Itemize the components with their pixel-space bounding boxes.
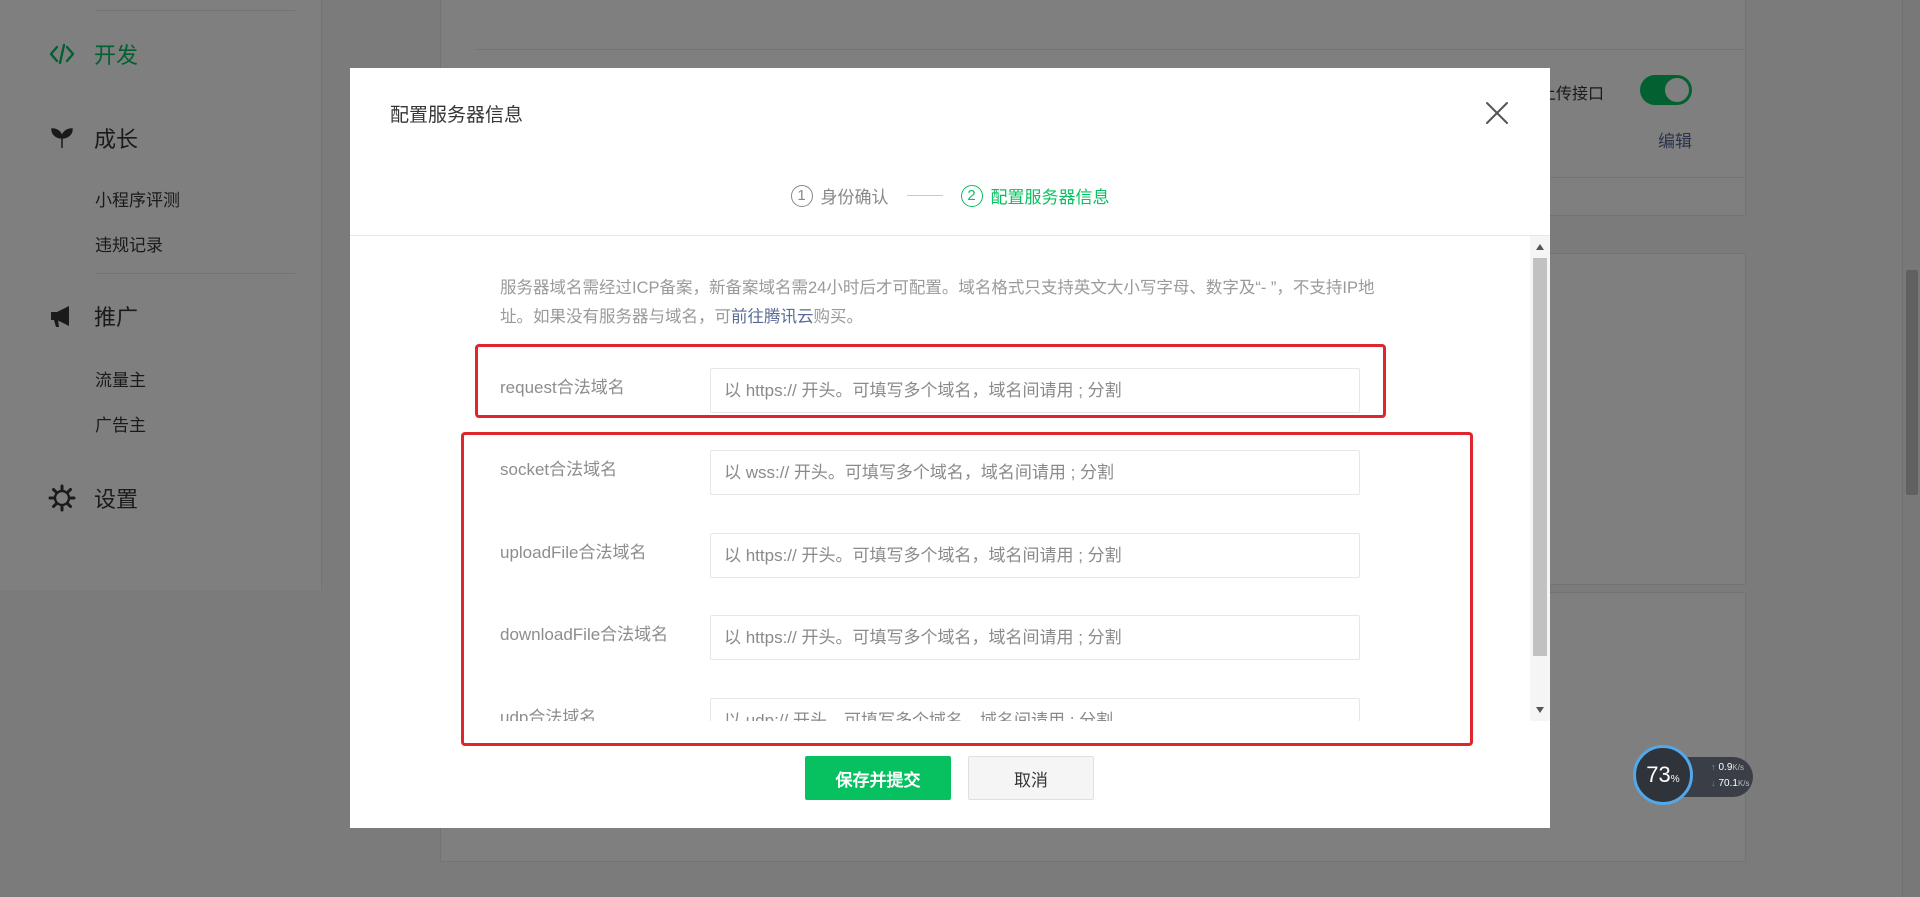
field-label: request合法域名: [500, 378, 625, 397]
save-submit-button[interactable]: 保存并提交: [805, 756, 951, 800]
intro-suffix: 购买。: [813, 308, 864, 326]
step-identity: 1 身份确认: [790, 183, 889, 208]
usage-gauge: 73%: [1633, 745, 1693, 805]
dialog-title: 配置服务器信息: [390, 105, 524, 126]
network-speed-widget[interactable]: 73% ↑ 0.9K/s ↓ 70.1K/s: [1633, 745, 1753, 807]
download-arrow-icon: ↓: [1711, 778, 1716, 788]
scroll-down-icon[interactable]: [1536, 707, 1544, 713]
upload-speed: ↑ 0.9K/s: [1711, 762, 1744, 773]
step-connector: [906, 195, 943, 196]
upload-arrow-icon: ↑: [1711, 762, 1716, 772]
tencent-cloud-link[interactable]: 前往腾讯云: [731, 308, 814, 326]
dialog-body: 服务器域名需经过ICP备案，新备案域名需24小时后才可配置。域名格式只支持英文大…: [350, 236, 1530, 721]
step-number: 2: [960, 184, 983, 207]
step-server-config: 2 配置服务器信息: [960, 183, 1110, 208]
close-icon[interactable]: [1482, 98, 1512, 128]
scrollbar-thumb[interactable]: [1533, 258, 1547, 656]
step-label: 身份确认: [820, 188, 889, 207]
upload-speed-value: 0.9: [1718, 762, 1733, 773]
download-file-domain-input[interactable]: [710, 615, 1360, 660]
field-label: udp合法域名: [500, 708, 597, 721]
server-config-dialog: 配置服务器信息 1 身份确认 2 配置服务器信息 服务器域名需经过ICP备案，新…: [350, 68, 1550, 828]
download-speed-value: 70.1: [1718, 778, 1738, 789]
upload-file-domain-input[interactable]: [710, 533, 1360, 578]
download-speed: ↓ 70.1K/s: [1711, 778, 1750, 789]
dialog-scrollbar[interactable]: [1530, 236, 1550, 721]
cancel-button[interactable]: 取消: [968, 756, 1094, 800]
field-label: socket合法域名: [500, 460, 618, 479]
intro-body: 服务器域名需经过ICP备案，新备案域名需24小时后才可配置。域名格式只支持英文大…: [500, 279, 1375, 326]
socket-domain-row: socket合法域名: [500, 450, 1360, 496]
udp-domain-input[interactable]: [710, 698, 1360, 721]
request-domain-input[interactable]: [710, 368, 1360, 413]
udp-domain-row: udp合法域名: [500, 698, 1360, 721]
step-indicator: 1 身份确认 2 配置服务器信息: [350, 183, 1550, 208]
field-label: downloadFile合法域名: [500, 625, 669, 644]
usage-percent: 73: [1646, 762, 1671, 787]
download-file-domain-row: downloadFile合法域名: [500, 615, 1360, 661]
step-number: 1: [790, 184, 813, 207]
intro-text: 服务器域名需经过ICP备案，新备案域名需24小时后才可配置。域名格式只支持英文大…: [500, 274, 1380, 332]
speed-unit: K/s: [1732, 763, 1744, 772]
scroll-up-icon[interactable]: [1536, 244, 1544, 250]
request-domain-row: request合法域名: [500, 368, 1360, 414]
percent-unit: %: [1670, 774, 1680, 785]
upload-file-domain-row: uploadFile合法域名: [500, 533, 1360, 579]
socket-domain-input[interactable]: [710, 450, 1360, 495]
speed-unit: K/s: [1737, 779, 1750, 788]
field-label: uploadFile合法域名: [500, 543, 647, 562]
step-label: 配置服务器信息: [990, 188, 1110, 207]
